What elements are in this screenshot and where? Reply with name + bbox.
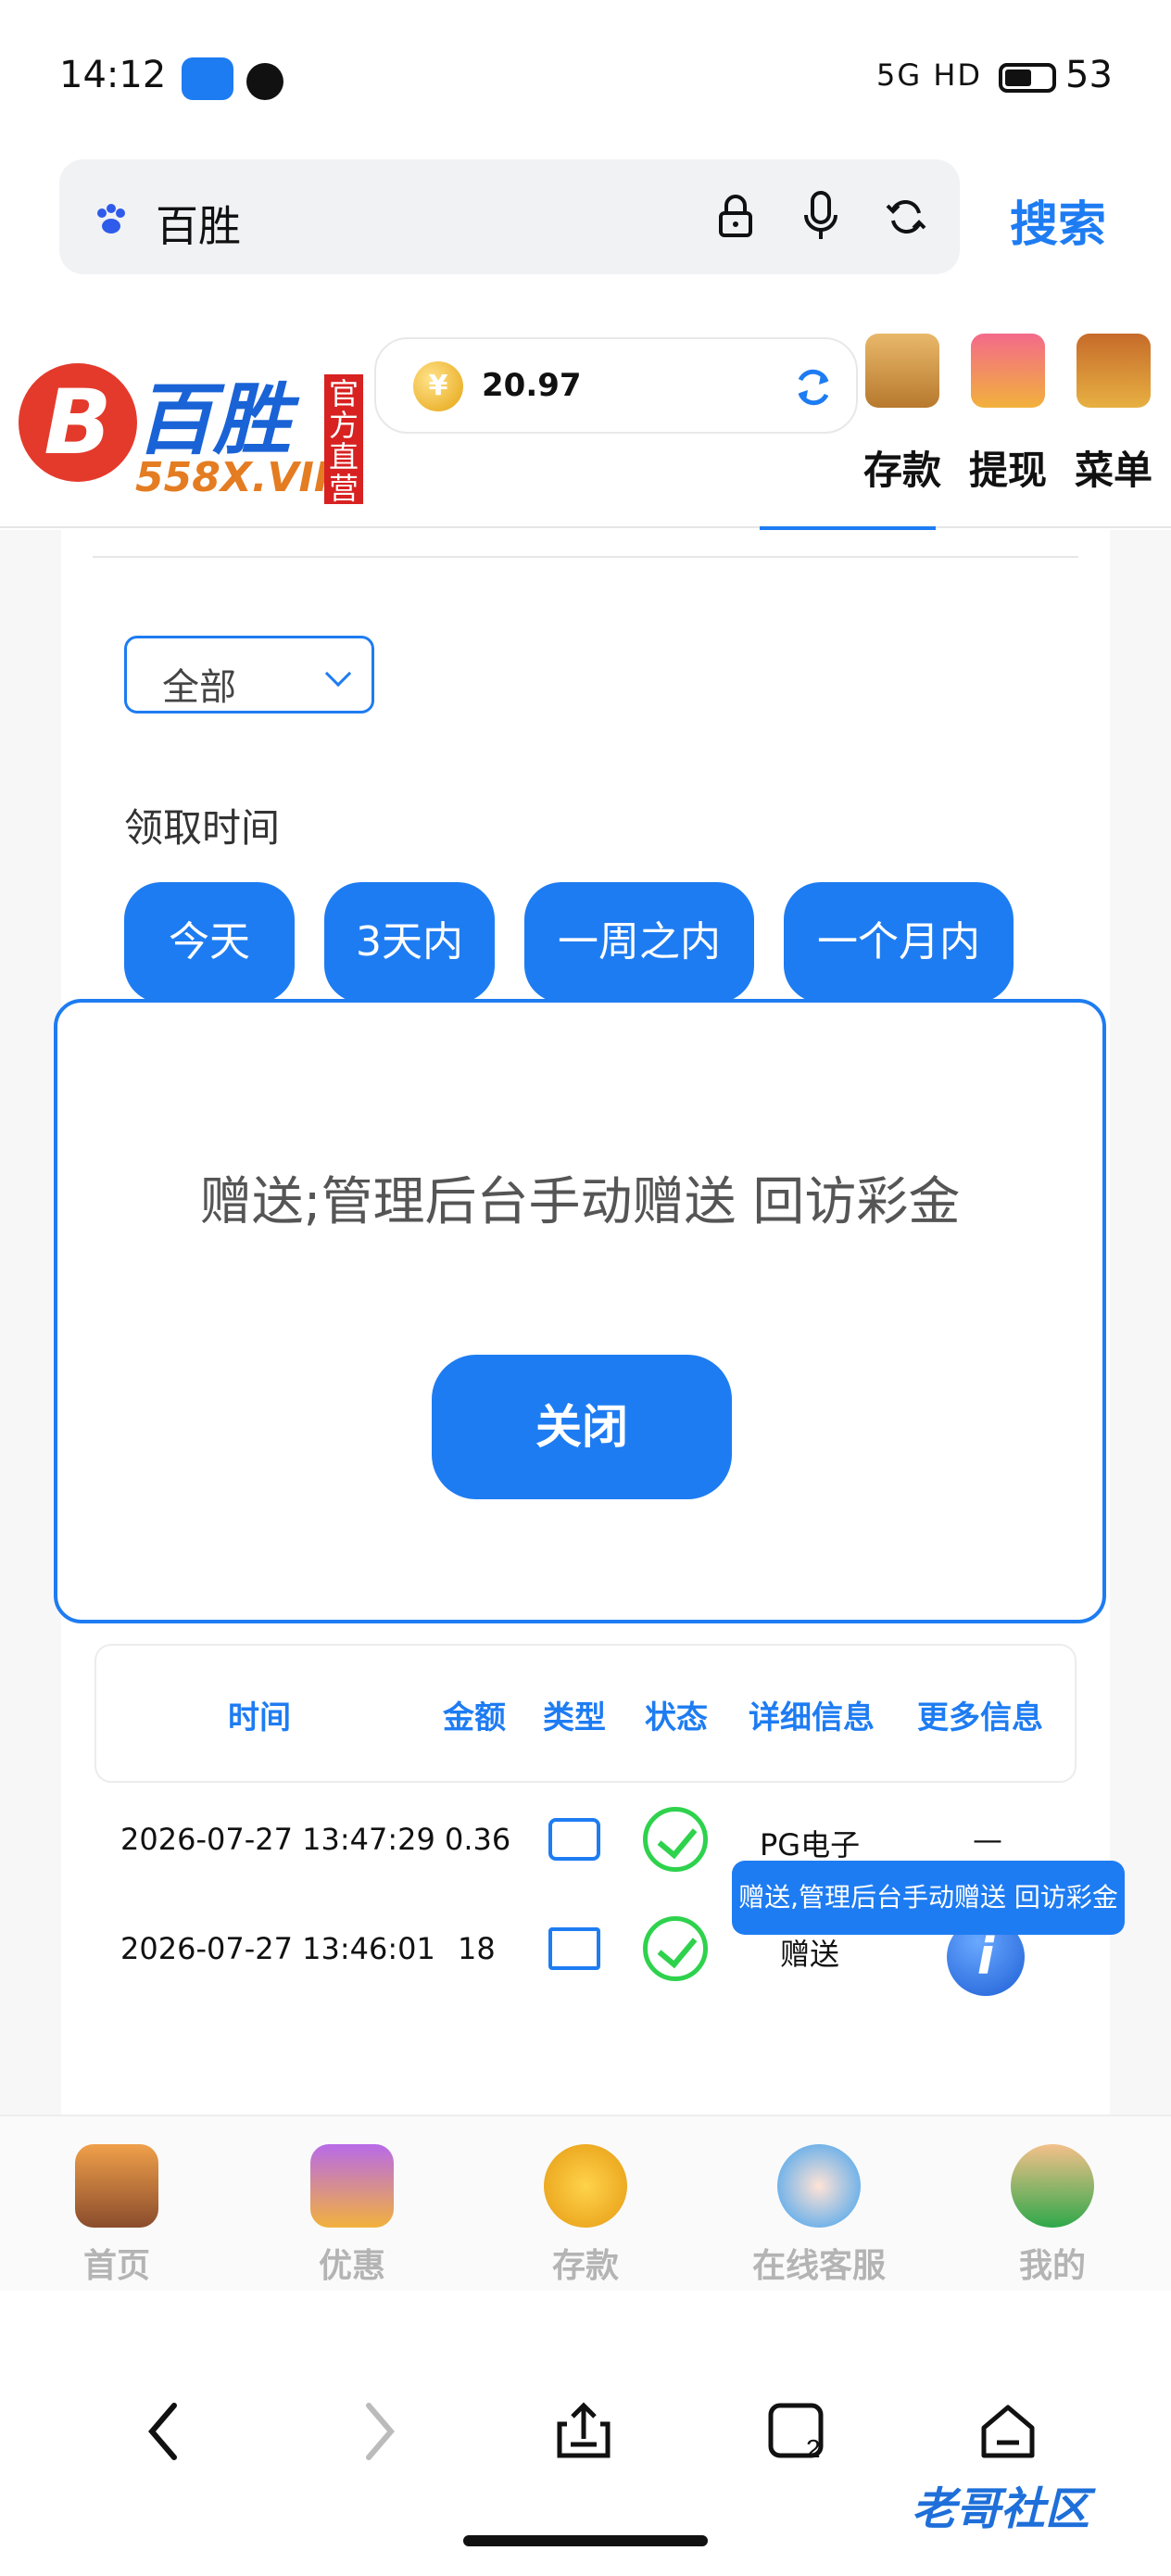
site-logo[interactable]: B 百胜 558X.VIP 官方直营: [15, 345, 367, 511]
battery-level: 53: [1065, 54, 1113, 96]
site-header: B 百胜 558X.VIP 官方直营 ¥ 20.97 存款 提现 菜单: [0, 324, 1171, 528]
logo-b-icon: B: [19, 363, 137, 482]
share-icon[interactable]: [554, 2402, 613, 2461]
deposit-label: 存款: [863, 448, 941, 493]
tab-home-label: 首页: [82, 2247, 150, 2285]
home-icon[interactable]: [978, 2402, 1038, 2461]
tab-mine-label: 我的: [1018, 2247, 1086, 2285]
logo-title: 百胜: [135, 374, 292, 465]
header-amount: 金额: [443, 1699, 506, 1736]
balance-amount: 20.97: [482, 367, 582, 404]
tab-promo-label: 优惠: [318, 2247, 385, 2285]
tab-deposit-label: 存款: [551, 2247, 619, 2285]
microphone-icon[interactable]: [802, 189, 839, 243]
search-button[interactable]: 搜索: [1010, 185, 1106, 255]
row-time: 2026-07-27 13:47:29: [120, 1822, 435, 1857]
header-status: 状态: [645, 1699, 708, 1736]
header-time: 时间: [228, 1699, 291, 1736]
refresh-balance-icon[interactable]: [791, 365, 836, 410]
customer-service-icon: [777, 2144, 861, 2228]
header-more: 更多信息: [917, 1699, 1043, 1736]
notification-dot-icon: [246, 63, 283, 100]
baidu-paw-icon: [97, 204, 125, 234]
logo-domain: 558X.VIP: [135, 454, 345, 501]
watermark: 老哥社区: [912, 2483, 1090, 2535]
header-detail: 详细信息: [749, 1699, 875, 1736]
row-amount: 0.36: [445, 1822, 511, 1857]
type-filter-value: 全部: [162, 666, 236, 709]
clock: 14:12: [59, 54, 167, 96]
row-detail: 赠送: [780, 1937, 840, 1972]
withdraw-action[interactable]: 提现: [962, 334, 1054, 496]
battery-icon: [999, 63, 1056, 93]
navigation-icon: [182, 57, 233, 100]
row-time: 2026-07-27 13:46:01: [120, 1931, 435, 1966]
tab-support-label: 在线客服: [751, 2247, 886, 2285]
tabs-icon[interactable]: 2: [767, 2402, 832, 2461]
row-detail: PG电子: [760, 1827, 861, 1863]
signal-indicator: 5G HD: [876, 57, 983, 93]
menu-action[interactable]: 菜单: [1067, 334, 1160, 496]
deposit-action[interactable]: 存款: [856, 334, 949, 496]
withdraw-icon: [971, 334, 1045, 408]
home-indicator[interactable]: [463, 2535, 708, 2546]
reload-icon[interactable]: [884, 195, 928, 239]
tab-promo[interactable]: 优惠: [259, 2144, 445, 2287]
house-icon: [75, 2144, 158, 2228]
gift-icon: [310, 2144, 394, 2228]
tab-deposit[interactable]: 存款: [493, 2144, 678, 2287]
row-amount: 18: [458, 1931, 496, 1966]
search-query: 百胜: [156, 201, 241, 251]
range-today-button[interactable]: 今天: [124, 882, 295, 1003]
detail-tooltip: 赠送,管理后台手动赠送 回访彩金: [732, 1861, 1125, 1935]
official-tag: 官方直营: [324, 374, 363, 504]
app-tab-bar: 首页 优惠 存款 在线客服 我的: [0, 2115, 1171, 2291]
time-filter-label: 领取时间: [124, 805, 281, 851]
treasure-chest-icon: [1077, 334, 1151, 408]
range-3days-button[interactable]: 3天内: [324, 882, 495, 1003]
lock-icon[interactable]: [715, 193, 756, 239]
detail-modal: 赠送;管理后台手动赠送 回访彩金 关闭: [54, 999, 1106, 1623]
modal-message: 赠送;管理后台手动赠送 回访彩金: [199, 1172, 961, 1232]
check-icon: [643, 1916, 708, 1981]
close-button[interactable]: 关闭: [432, 1355, 732, 1499]
withdraw-label: 提现: [968, 448, 1047, 493]
status-bar: 14:12 5G HD 53: [0, 0, 1171, 158]
range-month-button[interactable]: 一个月内: [784, 882, 1014, 1003]
tab-support[interactable]: 在线客服: [726, 2144, 912, 2287]
balance-box: ¥ 20.97: [374, 337, 858, 434]
forward-icon[interactable]: [361, 2402, 398, 2461]
back-icon[interactable]: [145, 2402, 182, 2461]
tab-home[interactable]: 首页: [24, 2144, 209, 2287]
divider: [93, 556, 1078, 558]
coin-deposit-icon: [544, 2144, 627, 2228]
range-week-button[interactable]: 一周之内: [524, 882, 754, 1003]
calendar-star-icon: [548, 1927, 600, 1970]
header-type: 类型: [543, 1699, 606, 1736]
card-icon: [548, 1818, 600, 1861]
coin-icon: ¥: [413, 361, 463, 411]
menu-label: 菜单: [1074, 448, 1152, 493]
chevron-down-icon: [324, 660, 352, 688]
address-bar[interactable]: 百胜: [59, 159, 960, 274]
type-filter-select[interactable]: 全部: [124, 636, 374, 713]
row-more: —: [973, 1822, 1002, 1857]
check-icon: [643, 1807, 708, 1872]
svg-text:2: 2: [806, 2434, 821, 2461]
tab-mine[interactable]: 我的: [960, 2144, 1145, 2287]
user-avatar-icon: [1011, 2144, 1094, 2228]
wallet-icon: [865, 334, 939, 408]
